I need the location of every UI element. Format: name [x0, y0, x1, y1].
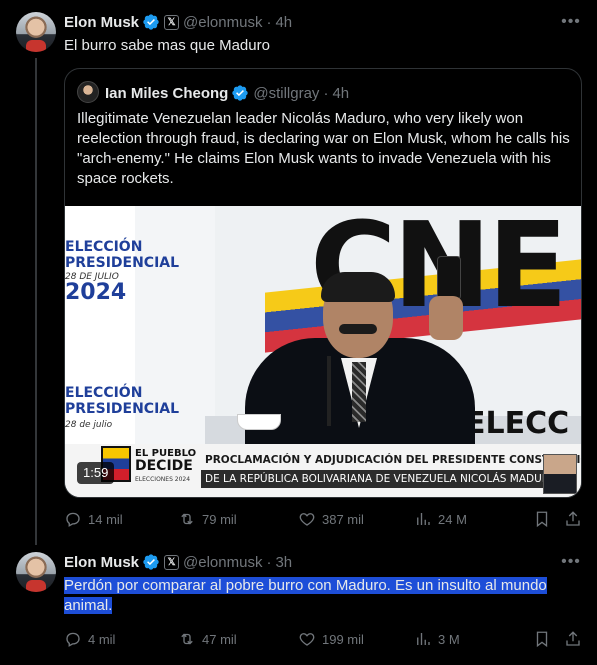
repost-count: 79 mil — [202, 511, 237, 527]
view-count: 24 M — [438, 511, 467, 527]
separator: · — [266, 13, 272, 31]
views-chart-icon — [417, 633, 430, 645]
tweet-header: Elon Musk 𝕏 @elonmusk · 3h — [64, 552, 292, 572]
video-duration: 1:59 — [77, 462, 115, 484]
author-handle[interactable]: @elonmusk — [183, 554, 262, 571]
quoted-text: Illegitimate Venezuelan leader Nicolás M… — [77, 110, 570, 187]
caption-line: PROCLAMACIÓN Y ADJUDICACIÓN DEL PRESIDEN… — [205, 454, 581, 466]
microphone — [327, 356, 331, 426]
heart-icon — [299, 513, 315, 526]
tweet-elon-1[interactable]: Elon Musk 𝕏 @elonmusk · 4h ••• El burro … — [0, 0, 597, 545]
more-horizontal-icon[interactable]: ••• — [561, 12, 581, 32]
action-bar: 14 mil 79 mil 387 mil 24 M — [64, 509, 584, 529]
bookmark-icon[interactable] — [533, 510, 551, 533]
view-count: 3 M — [438, 631, 460, 647]
verified-badge-icon — [142, 553, 160, 571]
action-bar: 4 mil 47 mil 199 mil 3 M — [64, 629, 584, 649]
tweet-header: Elon Musk 𝕏 @elonmusk · 4h — [64, 12, 292, 32]
repost-icon — [181, 513, 193, 525]
poster-date: 28 de julio — [65, 420, 113, 430]
tweet-text: El burro sabe mas que Maduro — [64, 37, 270, 54]
poster-text: ELECCIÓN — [65, 385, 143, 401]
author-name[interactable]: Elon Musk — [64, 14, 139, 31]
quoted-author-name[interactable]: Ian Miles Cheong — [105, 85, 228, 102]
cup — [237, 414, 281, 430]
selected-text: Perdón por comparar al pobre burro con M… — [64, 577, 547, 594]
reply-icon — [66, 632, 80, 647]
avatar[interactable] — [16, 12, 56, 52]
logo-text: DECIDE — [135, 458, 193, 474]
author-handle[interactable]: @elonmusk — [183, 14, 262, 31]
author-name[interactable]: Elon Musk — [64, 554, 139, 571]
share-icon[interactable] — [564, 510, 582, 533]
speaker-figure — [245, 256, 475, 468]
poster-year: 2024 — [65, 280, 127, 305]
like-count: 199 mil — [322, 631, 364, 647]
views-chart-icon — [417, 513, 430, 525]
caption-line: DE LA REPÚBLICA BOLIVARIANA DE VENEZUELA… — [201, 470, 557, 488]
x-logo-icon: 𝕏 — [164, 14, 180, 30]
poster-text: PRESIDENCIAL — [65, 401, 180, 417]
reply-button[interactable]: 4 mil — [64, 630, 115, 648]
bookmark-icon[interactable] — [533, 630, 551, 653]
selected-text: animal. — [64, 597, 113, 614]
verified-badge-icon — [231, 84, 249, 102]
reply-button[interactable]: 14 mil — [64, 510, 123, 528]
like-button[interactable]: 199 mil — [298, 630, 364, 648]
poster-text: PRESIDENCIAL — [65, 255, 180, 271]
reply-count: 4 mil — [88, 631, 116, 647]
views-button[interactable]: 24 M — [414, 510, 467, 528]
phone-in-hand — [437, 256, 461, 300]
x-logo-icon: 𝕏 — [164, 554, 180, 570]
logo-text: ELECCIONES 2024 — [135, 476, 191, 483]
quoted-timestamp[interactable]: 4h — [332, 85, 349, 102]
presenter-thumbnail — [543, 454, 577, 494]
quoted-header: Ian Miles Cheong @stillgray · 4h — [105, 83, 349, 103]
repost-button[interactable]: 47 mil — [178, 630, 237, 648]
tweet-elon-2[interactable]: Elon Musk 𝕏 @elonmusk · 3h ••• Perdón po… — [0, 545, 597, 665]
views-button[interactable]: 3 M — [414, 630, 460, 648]
caption: PROCLAMACIÓN Y ADJUDICACIÓN DEL PRESIDEN… — [201, 452, 581, 492]
separator: · — [323, 84, 329, 102]
heart-icon — [299, 633, 315, 646]
timestamp[interactable]: 3h — [275, 554, 292, 571]
repost-count: 47 mil — [202, 631, 237, 647]
quoted-avatar[interactable] — [77, 81, 99, 103]
timestamp[interactable]: 4h — [275, 14, 292, 31]
verified-badge-icon — [142, 13, 160, 31]
like-count: 387 mil — [322, 511, 364, 527]
like-button[interactable]: 387 mil — [298, 510, 364, 528]
repost-button[interactable]: 79 mil — [178, 510, 237, 528]
poster-text: ELECCIÓN — [65, 239, 143, 255]
repost-icon — [181, 633, 193, 645]
lower-third-banner: EL PUEBLO DECIDE ELECCIONES 2024 PROCLAM… — [65, 444, 581, 497]
election-poster: ELECCIÓN PRESIDENCIAL 28 DE JULIO 2024 E… — [65, 206, 179, 446]
backdrop-text: ELECC — [465, 406, 570, 441]
quoted-handle[interactable]: @stillgray — [253, 85, 319, 102]
tweet-text: Perdón por comparar al pobre burro con M… — [64, 576, 564, 616]
more-horizontal-icon[interactable]: ••• — [561, 552, 581, 572]
share-icon[interactable] — [564, 630, 582, 653]
reply-count: 14 mil — [88, 511, 123, 527]
video-player[interactable]: CNE ELECCIÓN PRESIDENCIAL 28 DE JULIO 20… — [65, 206, 581, 497]
thread-line — [35, 58, 37, 545]
separator: · — [266, 553, 272, 571]
reply-icon — [66, 512, 80, 527]
avatar[interactable] — [16, 552, 56, 592]
quoted-tweet[interactable]: Ian Miles Cheong @stillgray · 4h Illegit… — [64, 68, 582, 498]
